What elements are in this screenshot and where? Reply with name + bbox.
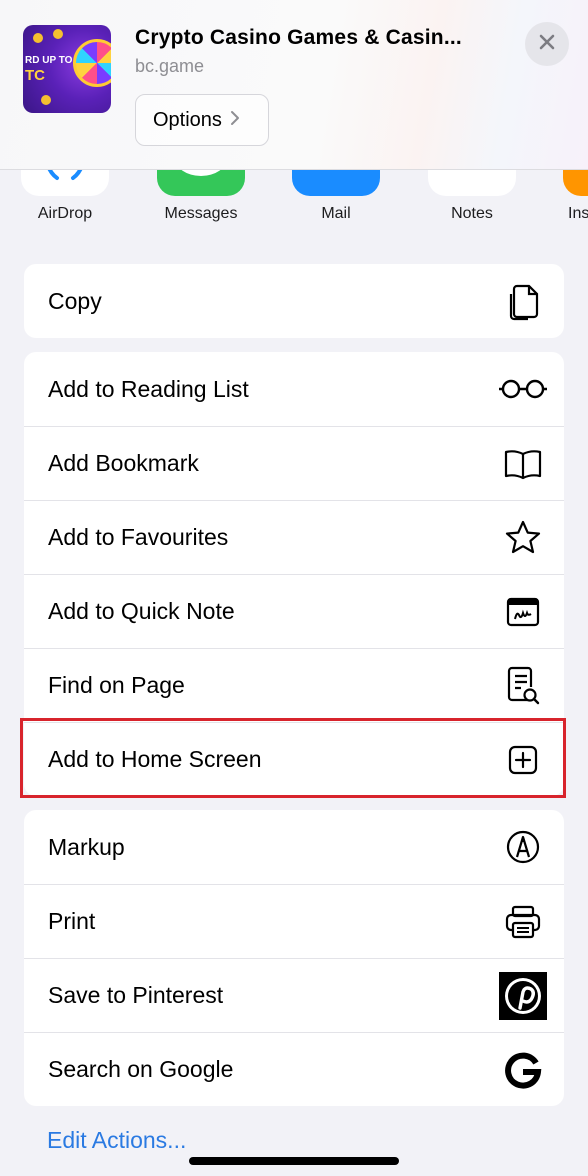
action-find-on-page[interactable]: Find on Page xyxy=(24,648,564,722)
thumbnail-text: RD UP TO xyxy=(25,55,73,66)
action-add-to-home-screen[interactable]: Add to Home Screen xyxy=(24,722,564,796)
app-label: Ins xyxy=(568,205,588,222)
action-label: Find on Page xyxy=(48,672,185,698)
action-label: Search on Google xyxy=(48,1056,234,1082)
coin-decoration xyxy=(33,33,43,43)
action-save-to-pinterest[interactable]: Save to Pinterest xyxy=(24,958,564,1032)
home-indicator xyxy=(189,1157,399,1165)
action-group-page: Add to Reading List Add Bookmark Add to … xyxy=(24,352,564,796)
action-markup[interactable]: Markup xyxy=(24,810,564,884)
app-label: AirDrop xyxy=(37,205,93,222)
action-print[interactable]: Print xyxy=(24,884,564,958)
action-label: Copy xyxy=(48,287,102,314)
share-sheet-header: RD UP TO TC Crypto Casino Games & Casin.… xyxy=(0,0,588,170)
google-icon xyxy=(498,1045,548,1095)
action-add-bookmark[interactable]: Add Bookmark xyxy=(24,426,564,500)
action-copy[interactable]: Copy xyxy=(24,264,564,338)
coin-decoration xyxy=(41,95,51,105)
markup-icon xyxy=(498,822,548,872)
action-label: Add to Quick Note xyxy=(48,598,235,624)
coin-decoration xyxy=(53,29,63,39)
close-button[interactable] xyxy=(525,22,569,66)
action-add-to-quick-note[interactable]: Add to Quick Note xyxy=(24,574,564,648)
action-label: Markup xyxy=(48,833,125,860)
plus-square-icon xyxy=(498,735,548,785)
share-sheet: RD UP TO TC Crypto Casino Games & Casin.… xyxy=(0,0,588,1176)
page-title: Crypto Casino Games & Casin... xyxy=(135,26,462,49)
action-add-to-reading-list[interactable]: Add to Reading List xyxy=(24,352,564,426)
action-label: Add to Reading List xyxy=(48,375,249,402)
app-label: Notes xyxy=(451,205,493,222)
action-group-extensions: Markup Print Save to Pinterest Search on… xyxy=(24,810,564,1106)
thumbnail-text: TC xyxy=(25,67,45,84)
action-label: Add Bookmark xyxy=(48,450,199,476)
action-search-on-google[interactable]: Search on Google xyxy=(24,1032,564,1106)
app-label: Mail xyxy=(321,205,351,222)
chevron-right-icon xyxy=(230,109,240,132)
glasses-icon xyxy=(498,364,548,414)
page-domain: bc.game xyxy=(135,56,205,76)
app-label: Messages xyxy=(164,205,238,222)
fortune-wheel-image xyxy=(73,39,111,87)
action-add-to-favourites[interactable]: Add to Favourites xyxy=(24,500,564,574)
action-label: Add to Favourites xyxy=(48,524,229,550)
book-icon xyxy=(498,439,548,489)
options-button[interactable]: Options xyxy=(135,94,269,146)
close-icon xyxy=(538,33,556,56)
action-label: Add to Home Screen xyxy=(48,746,262,772)
site-thumbnail: RD UP TO TC xyxy=(23,25,111,113)
quick-note-icon xyxy=(498,587,548,637)
find-on-page-icon xyxy=(498,661,548,711)
star-icon xyxy=(498,513,548,563)
options-label: Options xyxy=(153,108,222,131)
printer-icon xyxy=(498,897,548,947)
action-label: Print xyxy=(48,908,96,934)
action-group-copy: Copy xyxy=(24,264,564,338)
pinterest-icon xyxy=(498,971,548,1021)
action-label: Save to Pinterest xyxy=(48,982,224,1008)
edit-actions-link[interactable]: Edit Actions... xyxy=(47,1127,186,1154)
copy-icon xyxy=(498,276,548,326)
